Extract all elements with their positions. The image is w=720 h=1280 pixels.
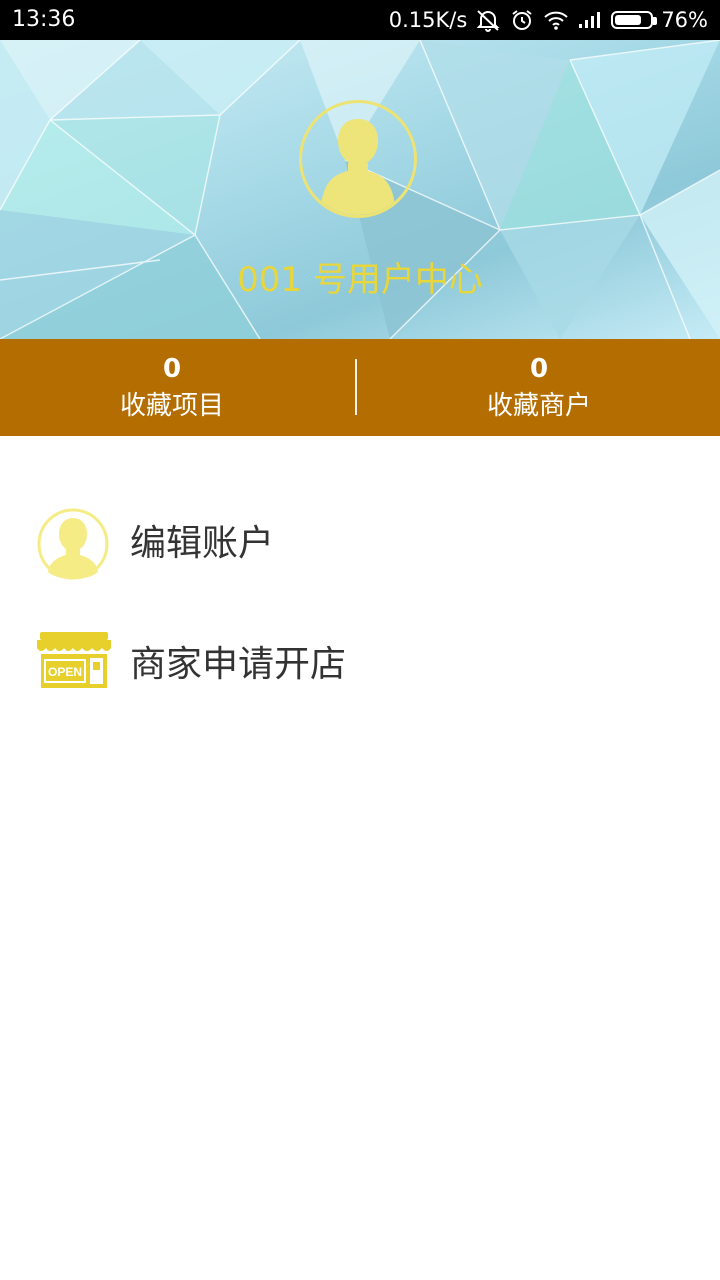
avatar[interactable]	[299, 100, 417, 218]
menu-item-label: 编辑账户	[130, 523, 275, 564]
favorite-projects-stat[interactable]: 0 收藏项目	[0, 339, 344, 436]
battery-percent: 76%	[661, 8, 708, 32]
favorite-merchants-stat[interactable]: 0 收藏商户	[367, 339, 711, 436]
profile-header: 001 号用户中心	[0, 40, 720, 339]
network-speed: 0.15K/s	[388, 8, 468, 32]
mute-icon	[475, 8, 501, 32]
page-title: 001 号用户中心	[237, 260, 483, 300]
svg-text:OPEN: OPEN	[48, 665, 82, 679]
menu-item-edit-account[interactable]: 编辑账户	[0, 499, 720, 589]
wifi-icon	[543, 8, 569, 32]
favorite-merchants-label: 收藏商户	[486, 391, 591, 421]
status-bar: 13:36 0.15K/s 76%	[0, 0, 720, 40]
menu-item-label: 商家申请开店	[130, 644, 347, 685]
open-store-icon: OPEN	[37, 632, 111, 694]
signal-icon	[577, 8, 603, 32]
alarm-icon	[509, 8, 535, 32]
status-time: 13:36	[12, 7, 76, 32]
favorite-projects-count: 0	[162, 354, 182, 384]
favorite-projects-label: 收藏项目	[119, 391, 224, 421]
battery-icon	[611, 11, 658, 29]
stats-divider	[355, 359, 357, 415]
stats-bar: 0 收藏项目 0 收藏商户	[0, 339, 720, 436]
user-avatar-icon	[320, 119, 396, 215]
favorite-merchants-count: 0	[529, 354, 549, 384]
menu-item-open-store[interactable]: OPEN 商家申请开店	[0, 620, 720, 710]
user-icon	[37, 508, 109, 584]
status-icons: 0.15K/s 76%	[389, 6, 708, 34]
